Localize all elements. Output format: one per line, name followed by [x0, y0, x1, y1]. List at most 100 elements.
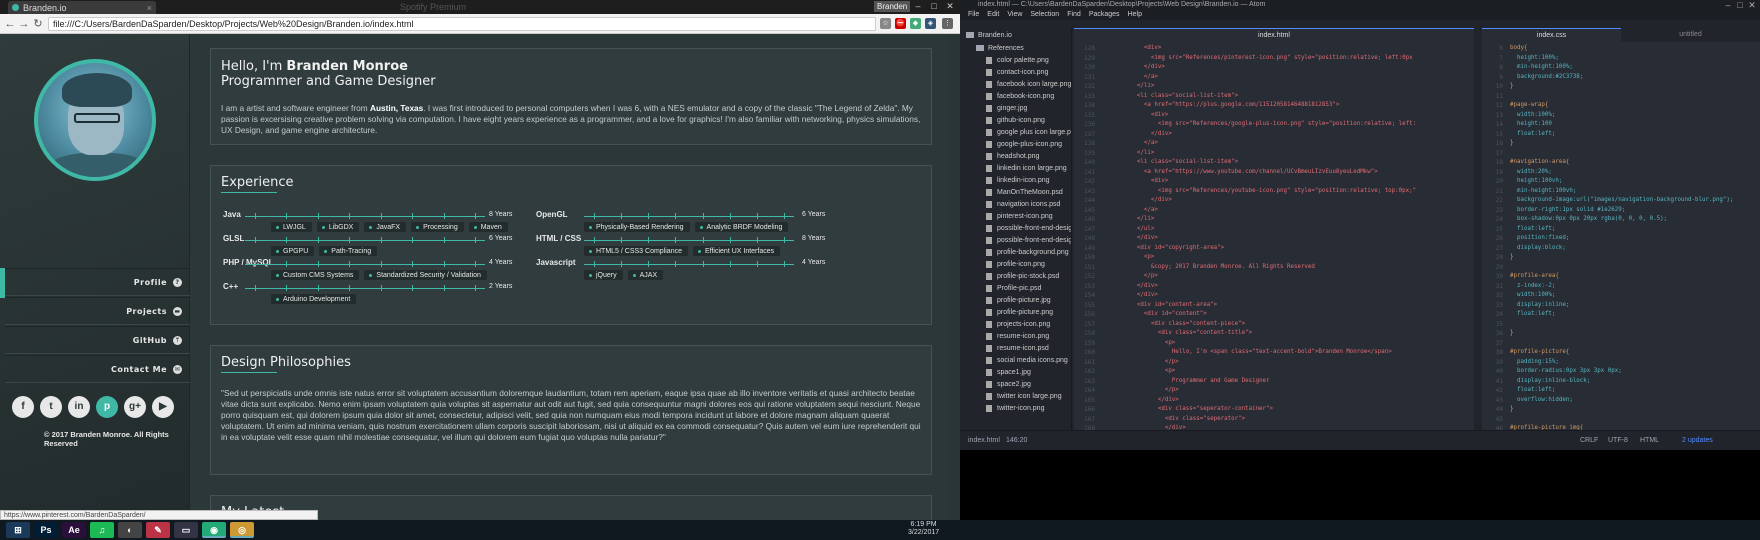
extension2-icon[interactable]: ◈ [925, 18, 936, 29]
google-plus-icon[interactable]: g+ [124, 396, 146, 418]
extension-icon[interactable]: ◆ [910, 18, 921, 29]
editor-pane-html[interactable]: index.html 128 129 130 131 132 133 134 135 136 13… [1074, 28, 1474, 430]
page-scrollbar[interactable] [948, 34, 960, 520]
bookmark-icon[interactable]: ☆ [880, 18, 891, 29]
tree-file[interactable]: pinterest-icon.png [986, 211, 1053, 223]
menu-item[interactable]: Help [1128, 10, 1142, 20]
photoshop-icon[interactable]: Ps [34, 522, 58, 538]
tree-file[interactable]: ManOnTheMoon.psd [986, 187, 1063, 199]
tree-file[interactable]: color palette.png [986, 55, 1049, 67]
clock[interactable]: 6:19 PM 3/22/2017 [908, 521, 939, 537]
profile-badge[interactable]: Branden [874, 1, 911, 12]
nav-item-contact[interactable]: Contact Me ✉ [5, 355, 190, 383]
tree-folder[interactable]: References [976, 43, 1024, 55]
editor-pane-css[interactable]: index.css untitled 6 7 8 9 10 11 12 13 14 15 16 17 18… [1482, 28, 1760, 430]
code-html[interactable]: <div> <img src="References/pinterest-ico… [1102, 44, 1416, 430]
spotify-icon[interactable]: ♫ [90, 522, 114, 538]
tree-file[interactable]: social media icons.png [986, 355, 1068, 367]
window-icon[interactable]: ▭ [174, 522, 198, 538]
editor-tab[interactable]: untitled [1621, 28, 1760, 42]
menu-item[interactable]: Packages [1089, 10, 1120, 20]
tree-file[interactable]: profile-picture.png [986, 307, 1053, 319]
nav-item-github[interactable]: GitHub ᛘ [5, 326, 190, 354]
tree-file[interactable]: possible-front-end-design.png [986, 223, 1071, 235]
pinterest-icon[interactable]: p [96, 396, 118, 418]
tree-file[interactable]: resume-icon.psd [986, 343, 1049, 355]
tree-file[interactable]: projects-icon.png [986, 319, 1050, 331]
skill-years: 6 Years [802, 211, 826, 218]
linkedin-icon[interactable]: in [68, 396, 90, 418]
facebook-icon[interactable]: f [12, 396, 34, 418]
menu-item[interactable]: Find [1067, 10, 1081, 20]
menu-item[interactable]: File [968, 10, 979, 20]
forward-icon[interactable]: → [17, 17, 31, 31]
blender-icon[interactable]: ◐ [118, 522, 142, 538]
tree-file[interactable]: profile-picture.jpg [986, 295, 1051, 307]
nav-item-profile[interactable]: Profile? [5, 268, 190, 296]
skill-tick [317, 213, 319, 219]
menu-icon[interactable]: ⋮ [942, 18, 953, 29]
status-encoding[interactable]: UTF-8 [1608, 431, 1628, 450]
tree-file[interactable]: google-plus-icon.png [986, 139, 1062, 151]
menu-item[interactable]: View [1007, 10, 1022, 20]
skill-tick [255, 261, 256, 267]
browser-tab[interactable]: Branden.io × [8, 1, 156, 14]
status-file[interactable]: index.html [968, 431, 1000, 450]
tree-file[interactable]: Profile-pic.psd [986, 283, 1041, 295]
editor-icon[interactable]: ✎ [146, 522, 170, 538]
code-line: height:100 [1510, 121, 1552, 127]
tree-file[interactable]: space1.jpg [986, 367, 1031, 379]
tree-file[interactable]: profile-icon.png [986, 259, 1045, 271]
reload-icon[interactable]: ↻ [31, 17, 45, 31]
skill-tag: Processing [411, 222, 464, 232]
tree-file[interactable]: possible-front-end-design2.png [986, 235, 1071, 247]
tree-file[interactable]: navigation icons.psd [986, 199, 1060, 211]
adblock-icon[interactable]: ⛔ [895, 18, 906, 29]
minimize-icon[interactable]: – [910, 1, 926, 12]
tree-file[interactable]: resume-icon.png [986, 331, 1049, 343]
tree-file[interactable]: contact-icon.png [986, 67, 1048, 79]
tree-file[interactable]: twitter-icon.png [986, 403, 1044, 415]
nav-item-projects[interactable]: Projects ▬ [5, 297, 190, 325]
after-effects-icon[interactable]: Ae [62, 522, 86, 538]
code-line: </p> [1164, 358, 1179, 365]
code-css[interactable]: body{ height:100%; min-height:100%; back… [1510, 44, 1733, 430]
tree-file[interactable]: linkedin-icon.png [986, 175, 1050, 187]
back-icon[interactable]: ← [3, 17, 17, 31]
tree-file[interactable]: github-icon.png [986, 115, 1045, 127]
tree-file[interactable]: profile-pic-stock.psd [986, 271, 1059, 283]
menu-item[interactable]: Selection [1030, 10, 1059, 20]
chrome-icon[interactable]: ◎ [230, 522, 254, 538]
tree-root[interactable]: Branden.io [966, 30, 1012, 42]
editor-tab[interactable]: index.css [1482, 28, 1621, 42]
status-cursor[interactable]: 146:20 [1006, 431, 1027, 450]
pane-divider[interactable] [1474, 28, 1482, 430]
tree-file[interactable]: ginger.jpg [986, 103, 1027, 115]
file-icon [986, 104, 992, 112]
tree-file[interactable]: profile-background.png [986, 247, 1069, 259]
tree-file[interactable]: google plus icon large.png [986, 127, 1071, 139]
start-icon[interactable]: ⊞ [6, 522, 30, 538]
status-grammar[interactable]: HTML [1640, 431, 1659, 450]
tab-bar: index.css untitled [1482, 28, 1760, 42]
tree-file[interactable]: facebook icon large.png [986, 79, 1071, 91]
tree-file[interactable]: space2.jpg [986, 379, 1031, 391]
youtube-icon[interactable]: ▶ [152, 396, 174, 418]
skill-name: GLSL [223, 234, 245, 243]
status-updates[interactable]: 2 updates [1682, 431, 1713, 450]
menu-item[interactable]: Edit [987, 10, 999, 20]
address-bar[interactable]: file:///C:/Users/BardenDaSparden/Desktop… [48, 17, 876, 31]
maximize-icon[interactable]: □ [926, 1, 942, 12]
tab-close-icon[interactable]: × [147, 3, 152, 13]
editor-tab[interactable]: index.html [1074, 28, 1474, 42]
status-eol[interactable]: CRLF [1580, 431, 1598, 450]
tree-file[interactable]: headshot.png [986, 151, 1039, 163]
tree-file[interactable]: linkedin icon large.png [986, 163, 1067, 175]
file-icon [986, 344, 992, 352]
tree-file[interactable]: twitter icon large.png [986, 391, 1062, 403]
atom-close-icon[interactable]: ✕ [1744, 0, 1760, 10]
close-window-icon[interactable]: ✕ [942, 1, 958, 12]
tree-file[interactable]: facebook-icon.png [986, 91, 1054, 103]
atom-icon[interactable]: ◉ [202, 522, 226, 538]
twitter-icon[interactable]: t [40, 396, 62, 418]
